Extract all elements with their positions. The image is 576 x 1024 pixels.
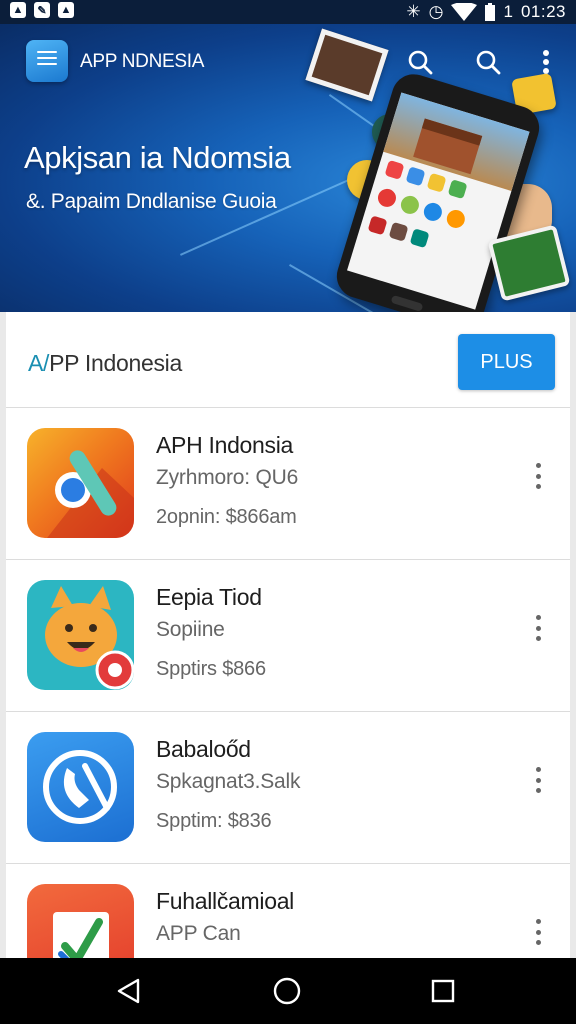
more-vert-icon[interactable]: [528, 764, 548, 796]
app-name: Eepia Tiod: [156, 584, 262, 610]
app-title: APP NDNESIA: [80, 51, 205, 72]
app-list-item[interactable]: Eepia Tiod Sopiine Spptirs $866: [6, 560, 570, 712]
app-name: APH Indonsia: [156, 432, 294, 458]
notification-icons: ▲ ✎ ▲: [10, 2, 74, 18]
chrome-app-icon[interactable]: [27, 428, 134, 538]
app-price: Spptirs $866: [156, 658, 266, 680]
app-list-item[interactable]: APH Indonsia Zyrhmoro: QU6 2opnin: $866a…: [6, 408, 570, 560]
search-icon[interactable]: [404, 46, 436, 78]
app-developer: Sopiine: [156, 618, 225, 641]
app-name: Babaloőd: [156, 736, 251, 762]
phone-app-icon[interactable]: [27, 732, 134, 842]
bluetooth-icon: ✳: [406, 2, 421, 21]
image-icon: ▲: [10, 2, 26, 18]
system-nav-bar: [0, 958, 576, 1024]
app-price: Spptim: $836: [156, 810, 272, 832]
status-bar: ▲ ✎ ▲ ✳ ◷ 1 01:23: [0, 0, 576, 24]
app-developer: APP Can: [156, 922, 241, 945]
plus-button[interactable]: PLUS: [458, 334, 555, 390]
status-time: 01:23: [520, 2, 566, 21]
more-vert-icon[interactable]: [528, 460, 548, 492]
app-list-item[interactable]: Fuhallčamioal APP Can: [6, 864, 570, 958]
app-list-item[interactable]: Babaloőd Spkagnat3.Salk Spptim: $836: [6, 712, 570, 864]
app-price: 2opnin: $866am: [156, 506, 297, 528]
banner-subheading: &. Papaim Dndlanise Guoia: [26, 190, 277, 213]
recents-icon[interactable]: [424, 972, 462, 1010]
system-icons: ✳ ◷ 1 01:23: [406, 2, 566, 22]
alarm-icon: ◷: [428, 2, 444, 21]
more-vert-icon[interactable]: [528, 916, 548, 948]
app-developer: Spkagnat3.Salk: [156, 770, 301, 793]
photo-card-icon: [305, 28, 389, 102]
section-header: A/PP Indonesia PLUS: [6, 312, 570, 408]
check-app-icon[interactable]: [27, 884, 134, 958]
edit-icon: ✎: [34, 2, 50, 18]
home-icon[interactable]: [268, 972, 306, 1010]
app-list-card: A/PP Indonesia PLUS APH Indonsia Zyrhmor…: [6, 312, 570, 958]
image-icon: ▲: [58, 2, 74, 18]
app-developer: Zyrhmoro: QU6: [156, 466, 299, 489]
app-name: Fuhallčamioal: [156, 888, 294, 914]
battery-icon: [485, 3, 496, 21]
more-vert-icon[interactable]: [528, 612, 548, 644]
section-title: A/PP Indonesia: [28, 350, 182, 376]
sim-label: 1: [503, 2, 513, 21]
cat-app-icon[interactable]: [27, 580, 134, 690]
app-logo-icon[interactable]: [26, 40, 68, 82]
banner-heading: Apkjsan ia Ndomsia: [24, 140, 291, 175]
wifi-icon: [451, 3, 478, 21]
search-icon[interactable]: [472, 46, 504, 78]
back-icon[interactable]: [110, 972, 148, 1010]
hero-banner: APP NDNESIA Apkjsan ia Ndomsia &. Papaim…: [0, 24, 576, 312]
